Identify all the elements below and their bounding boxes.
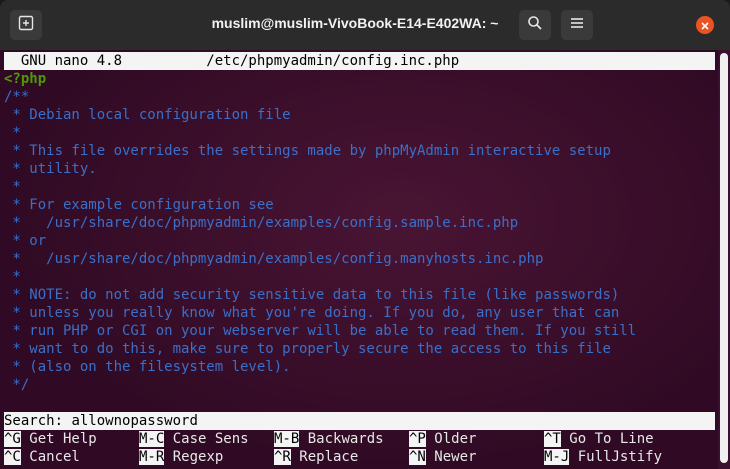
search-label: Search: [4, 413, 72, 429]
editor-line: /** [4, 89, 30, 105]
new-tab-icon [18, 15, 34, 35]
shortcut-key: ^C [4, 449, 21, 465]
editor-line: * This file overrides the settings made … [4, 143, 611, 159]
shortcut-item: M-R Regexp [139, 448, 223, 466]
editor-line: * unless you really know what you're doi… [4, 305, 620, 321]
editor-line: * NOTE: do not add security sensitive da… [4, 287, 620, 303]
shortcut-label: Newer [425, 449, 477, 465]
editor-line: <?php [4, 71, 47, 87]
editor-line: * Debian local configuration file [4, 107, 291, 123]
shortcut-label: Cancel [20, 449, 80, 465]
shortcut-label: Replace [290, 449, 359, 465]
shortcut-label: Backwards [299, 431, 384, 447]
nano-header: GNU nano 4.8 /etc/phpmyadmin/config.inc.… [4, 52, 715, 70]
shortcut-item: ^G Get Help [4, 430, 97, 448]
shortcut-key: ^R [274, 449, 291, 465]
shortcut-item: M-B Backwards [274, 430, 384, 448]
shortcut-key: M-C [139, 431, 165, 447]
shortcut-item: ^C Cancel [4, 448, 80, 466]
shortcut-key: ^T [544, 431, 561, 447]
shortcut-label: Go To Line [560, 431, 654, 447]
editor-line: * [4, 125, 21, 141]
editor-line: * For example configuration see [4, 197, 274, 213]
editor-line: * run PHP or CGI on your webserver will … [4, 323, 637, 339]
search-button[interactable] [519, 10, 551, 40]
shortcut-label: FullJstify [569, 449, 663, 465]
search-input[interactable] [71, 412, 592, 430]
close-button[interactable] [696, 16, 714, 34]
shortcut-key: ^N [409, 449, 426, 465]
terminal-window: muslim@muslim-VivoBook-E14-E402WA: ~ GNU… [0, 0, 730, 469]
editor-line: * (also on the filesystem level). [4, 359, 291, 375]
shortcut-item: ^P Older [409, 430, 476, 448]
shortcut-label: Older [425, 431, 477, 447]
shortcut-label: Case Sens [164, 431, 249, 447]
shortcut-key: M-R [139, 449, 165, 465]
shortcut-label: Regexp [164, 449, 224, 465]
scrollbar-thumb[interactable] [720, 53, 728, 463]
shortcut-item: ^R Replace [274, 448, 358, 466]
hamburger-menu-icon [569, 15, 585, 35]
search-bar[interactable]: Search: [4, 412, 715, 430]
window-title: muslim@muslim-VivoBook-E14-E402WA: ~ [211, 15, 499, 31]
shortcut-item: ^T Go To Line [544, 430, 654, 448]
editor-line: * [4, 269, 21, 285]
titlebar: muslim@muslim-VivoBook-E14-E402WA: ~ [0, 0, 730, 51]
shortcut-key: ^G [4, 431, 21, 447]
shortcut-key: ^P [409, 431, 426, 447]
shortcut-item: M-C Case Sens [139, 430, 249, 448]
close-icon [700, 16, 710, 35]
editor-line: * or [4, 233, 47, 249]
shortcut-label: Get Help [20, 431, 97, 447]
editor-line: * want to do this, make sure to properly… [4, 341, 611, 357]
shortcut-key: M-J [544, 449, 570, 465]
editor-line: * /usr/share/doc/phpmyadmin/examples/con… [4, 251, 544, 267]
shortcut-item: ^N Newer [409, 448, 476, 466]
menu-button[interactable] [561, 10, 593, 40]
editor-line: * /usr/share/doc/phpmyadmin/examples/con… [4, 215, 519, 231]
search-icon [527, 15, 543, 35]
editor-line: */ [4, 377, 30, 393]
terminal-area[interactable]: GNU nano 4.8 /etc/phpmyadmin/config.inc.… [0, 50, 730, 469]
new-tab-button[interactable] [10, 10, 42, 40]
shortcut-item: M-J FullJstify [544, 448, 662, 466]
editor-line: * utility. [4, 161, 97, 177]
shortcut-key: M-B [274, 431, 300, 447]
editor-line: * [4, 179, 21, 195]
